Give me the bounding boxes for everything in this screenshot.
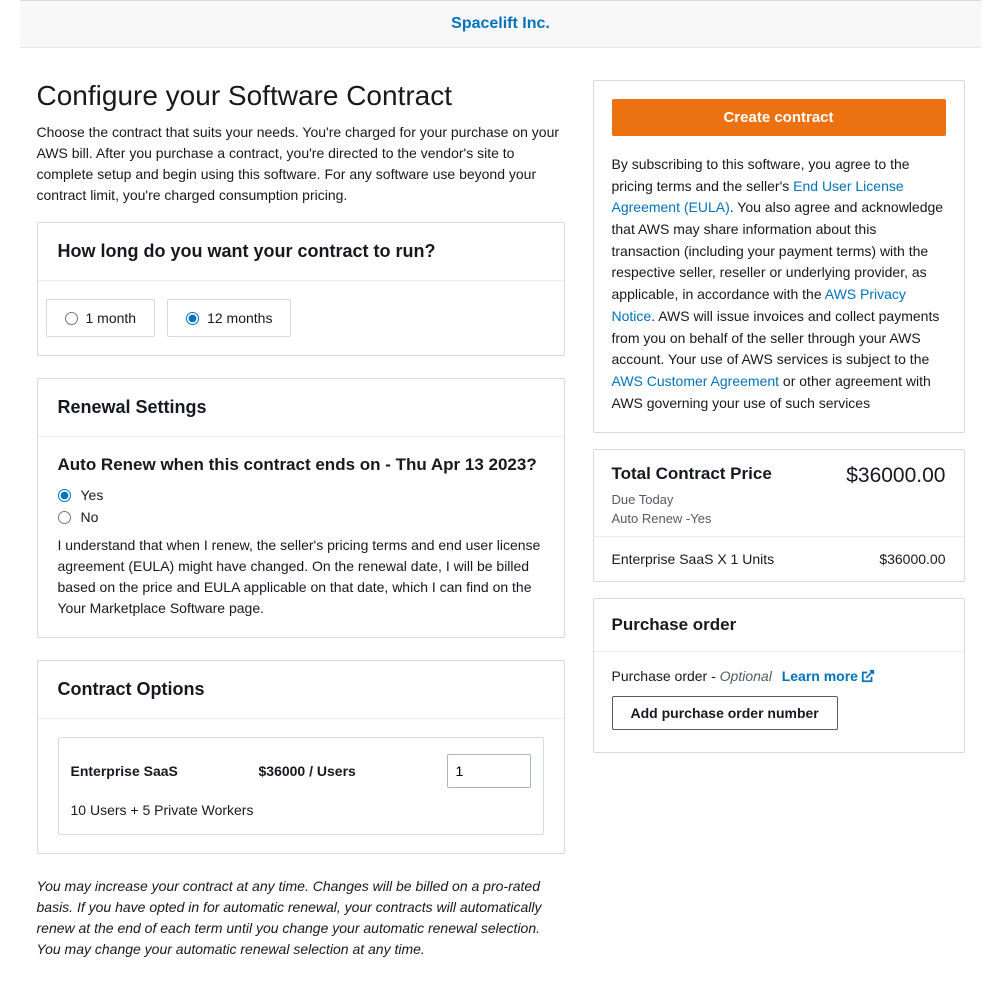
external-link-icon xyxy=(861,669,875,686)
price-row: Total Contract Price $36000.00 xyxy=(612,464,946,488)
duration-option-1month[interactable]: 1 month xyxy=(46,299,156,337)
contract-duration-card: How long do you want your contract to ru… xyxy=(37,222,565,356)
create-contract-button[interactable]: Create contract xyxy=(612,99,946,136)
duration-radio-1month[interactable] xyxy=(65,312,78,325)
price-amount: $36000.00 xyxy=(846,464,945,488)
page-title: Configure your Software Contract xyxy=(37,80,565,112)
customer-agreement-link[interactable]: AWS Customer Agreement xyxy=(612,373,780,389)
duration-radio-12months[interactable] xyxy=(186,312,199,325)
price-header: Total Contract Price $36000.00 Due Today… xyxy=(594,450,964,537)
line-item-amount: $36000.00 xyxy=(879,551,945,567)
intro-text: Choose the contract that suits your need… xyxy=(37,122,565,206)
price-line-item: Enterprise SaaS X 1 Units $36000.00 xyxy=(594,537,964,581)
renewal-note: I understand that when I renew, the sell… xyxy=(58,535,544,619)
renewal-no-row[interactable]: No xyxy=(58,509,544,525)
duration-header: How long do you want your contract to ru… xyxy=(38,223,564,281)
create-contract-card: Create contract By subscribing to this s… xyxy=(593,80,965,433)
quantity-input[interactable] xyxy=(447,754,531,788)
po-body: Purchase order - Optional Learn more Add… xyxy=(594,652,964,752)
renewal-yes-row[interactable]: Yes xyxy=(58,487,544,503)
subscribe-part3: . AWS will issue invoices and collect pa… xyxy=(612,308,940,367)
contract-item-price: $36000 / Users xyxy=(259,763,447,779)
learn-more-link[interactable]: Learn more xyxy=(782,668,875,684)
add-purchase-order-button[interactable]: Add purchase order number xyxy=(612,696,838,730)
contract-item-name: Enterprise SaaS xyxy=(71,763,259,779)
renewal-no-radio[interactable] xyxy=(58,511,71,524)
renewal-title: Renewal Settings xyxy=(58,397,544,418)
contract-item: Enterprise SaaS $36000 / Users 10 Users … xyxy=(58,737,544,835)
duration-title: How long do you want your contract to ru… xyxy=(58,241,544,262)
duration-label-1month: 1 month xyxy=(86,310,137,326)
renewal-yes-radio[interactable] xyxy=(58,489,71,502)
top-vendor-bar: Spacelift Inc. xyxy=(20,0,981,48)
learn-more-text: Learn more xyxy=(782,668,858,684)
po-label-row: Purchase order - Optional Learn more xyxy=(612,668,946,686)
contract-item-row: Enterprise SaaS $36000 / Users xyxy=(71,754,531,788)
contract-options-card: Contract Options Enterprise SaaS $36000 … xyxy=(37,660,565,854)
po-title: Purchase order xyxy=(594,599,964,652)
auto-renew-label: Auto Renew -Yes xyxy=(612,511,946,526)
duration-label-12months: 12 months xyxy=(207,310,272,326)
renewal-settings-card: Renewal Settings Auto Renew when this co… xyxy=(37,378,565,638)
contract-item-desc: 10 Users + 5 Private Workers xyxy=(71,802,531,818)
options-title: Contract Options xyxy=(58,679,544,700)
subscribe-text: By subscribing to this software, you agr… xyxy=(594,154,964,432)
line-item-label: Enterprise SaaS X 1 Units xyxy=(612,551,775,567)
duration-options: 1 month 12 months xyxy=(38,281,564,355)
vendor-link[interactable]: Spacelift Inc. xyxy=(451,15,550,32)
footer-note: You may increase your contract at any ti… xyxy=(37,876,565,960)
po-optional: Optional xyxy=(720,668,772,684)
renewal-yes-label: Yes xyxy=(81,487,104,503)
options-body: Enterprise SaaS $36000 / Users 10 Users … xyxy=(38,719,564,853)
price-summary-card: Total Contract Price $36000.00 Due Today… xyxy=(593,449,965,582)
renewal-no-label: No xyxy=(81,509,99,525)
purchase-order-card: Purchase order Purchase order - Optional… xyxy=(593,598,965,753)
renewal-header: Renewal Settings xyxy=(38,379,564,437)
po-label: Purchase order - xyxy=(612,668,720,684)
duration-option-12months[interactable]: 12 months xyxy=(167,299,291,337)
right-column: Create contract By subscribing to this s… xyxy=(593,80,965,769)
renewal-body: Auto Renew when this contract ends on - … xyxy=(38,437,564,637)
left-column: Configure your Software Contract Choose … xyxy=(37,80,565,960)
renewal-question: Auto Renew when this contract ends on - … xyxy=(58,455,544,475)
price-title: Total Contract Price xyxy=(612,464,772,484)
due-today-label: Due Today xyxy=(612,492,946,507)
options-header: Contract Options xyxy=(38,661,564,719)
